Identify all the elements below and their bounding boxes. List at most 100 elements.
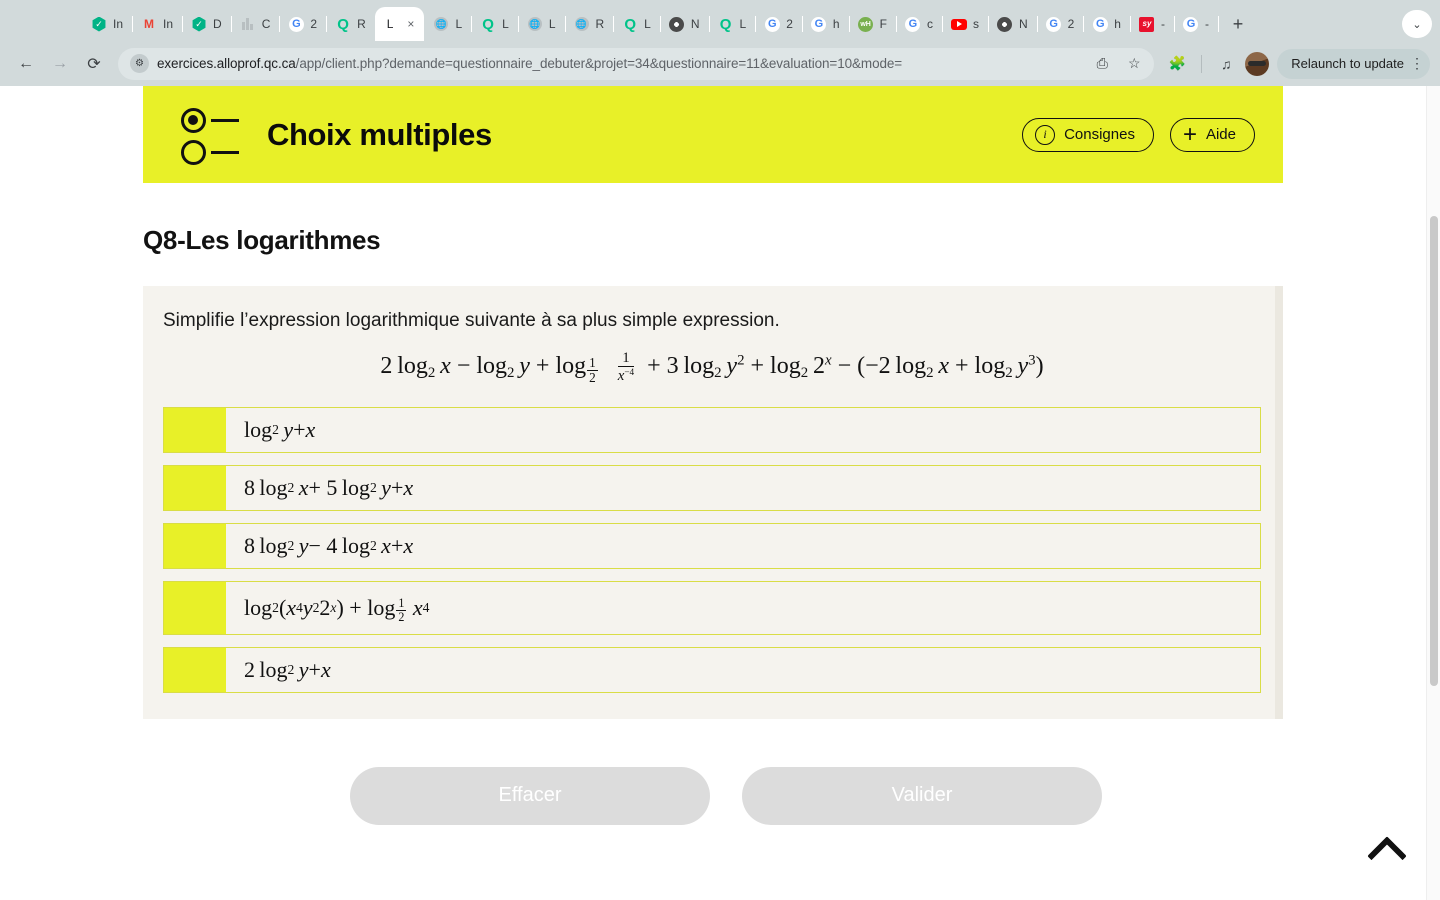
browser-tab[interactable]: ✓ In [82, 7, 134, 41]
site-settings-icon[interactable]: ⚙ [130, 54, 149, 73]
tab-title: L [455, 17, 463, 31]
multiple-choice-icon [179, 104, 241, 166]
answer-option-d[interactable]: log 2(x 4 y 2 2 x) + log 1 2 x4 [163, 580, 1261, 635]
answer-option-c[interactable]: 8 log 2 y − 4 log 2 x + x [163, 522, 1261, 569]
question-card-inner: Simplifie l’expression logarithmique sui… [163, 310, 1261, 693]
answer-option-e[interactable]: 2 log 2 y + x [163, 646, 1261, 693]
browser-tab[interactable]: 🌐 L [424, 7, 473, 41]
browser-tab[interactable]: ✓ D [182, 7, 232, 41]
browser-tab[interactable]: wH F [849, 7, 897, 41]
media-list-icon[interactable]: ♫ [1211, 49, 1241, 79]
forward-button[interactable]: → [44, 48, 76, 80]
consignes-button[interactable]: i Consignes [1022, 117, 1154, 152]
close-icon[interactable]: × [407, 17, 414, 31]
browser-tab[interactable]: G h [802, 7, 850, 41]
youtube-icon [950, 16, 967, 32]
new-tab-button[interactable]: + [1224, 10, 1252, 38]
tab-title: D [213, 17, 222, 31]
profile-avatar[interactable] [1245, 51, 1270, 76]
hexagon-green-icon: ✓ [191, 16, 207, 32]
tab-title: F [879, 17, 887, 31]
answer-option-b[interactable]: 8 log 2 x + 5 log 2 y + x [163, 464, 1261, 511]
toolbar-divider [1201, 54, 1203, 73]
browser-tab[interactable]: Q L [613, 7, 661, 41]
browser-tab[interactable]: C [231, 7, 281, 41]
tab-title: N [690, 17, 700, 31]
relaunch-label: Relaunch to update [1291, 56, 1404, 71]
translate-icon[interactable]: ⎙ [1090, 52, 1114, 76]
tab-title: L [644, 17, 651, 31]
question-card: Simplifie l’expression logarithmique sui… [143, 286, 1283, 719]
browser-tab[interactable]: sy - [1130, 7, 1175, 41]
tab-title: L [739, 17, 747, 31]
kebab-menu-icon[interactable]: ⋮ [1410, 55, 1424, 72]
browser-toolbar: ← → ⟳ ⚙ exercices.alloprof.qc.ca/app/cli… [0, 41, 1440, 86]
tab-title: L [548, 17, 556, 31]
browser-tab[interactable]: G c [896, 7, 943, 41]
browser-tab[interactable]: G 2 [279, 7, 328, 41]
browser-tab[interactable]: G h [1083, 7, 1131, 41]
page-title: Q8-Les logarithmes [143, 225, 381, 255]
aide-label: Aide [1205, 126, 1236, 143]
browser-tab[interactable]: N [988, 7, 1038, 41]
globe-grey-icon: 🌐 [527, 16, 543, 32]
star-icon[interactable]: ☆ [1122, 52, 1146, 76]
aide-button[interactable]: + Aide [1169, 117, 1255, 152]
google-icon: G [288, 16, 304, 32]
address-bar[interactable]: ⚙ exercices.alloprof.qc.ca/app/client.ph… [118, 47, 1155, 80]
answer-option-a[interactable]: log 2 y + x [163, 406, 1261, 453]
scrollbar-thumb[interactable] [1430, 216, 1438, 686]
google-icon: G [811, 16, 827, 32]
answer-checkbox-b[interactable] [164, 465, 226, 510]
info-circle-icon: i [1035, 124, 1056, 145]
tab-title: 2 [310, 17, 318, 31]
browser-tab[interactable]: s [942, 7, 989, 41]
browser-tab[interactable]: G - [1174, 7, 1219, 41]
relaunch-to-update-button[interactable]: Relaunch to update ⋮ [1277, 48, 1430, 79]
browser-tab[interactable]: Q L [471, 7, 519, 41]
validate-button[interactable]: Valider [742, 766, 1102, 825]
question-expression: 2 log2 x − log2 y + log 1 2 1 x−4 + 3 log2 … [380, 350, 1044, 385]
answer-text-b: 8 log 2 x + 5 log 2 y + x [244, 474, 414, 500]
tab-title: N [1018, 17, 1028, 31]
browser-tab[interactable]: 🌐 R [565, 7, 615, 41]
tab-title: - [1204, 17, 1209, 31]
clear-button[interactable]: Effacer [350, 766, 710, 825]
browser-tab[interactable]: N [660, 7, 710, 41]
tab-title: h [1114, 17, 1121, 31]
browser-tab[interactable]: G 2 [755, 7, 803, 41]
tab-title: L [386, 17, 394, 31]
extensions-puzzle-icon[interactable]: 🧩 [1162, 49, 1192, 79]
tab-title: R [595, 17, 605, 31]
answer-checkbox-d[interactable] [164, 581, 226, 634]
browser-tab[interactable]: G 2 [1037, 7, 1085, 41]
tab-separator [1217, 16, 1219, 32]
reload-button[interactable]: ⟳ [78, 48, 110, 80]
google-icon: G [764, 16, 780, 32]
toolbar-actions: 🧩 ♫ Relaunch to update ⋮ [1162, 48, 1430, 79]
tab-title: In [113, 17, 124, 31]
back-button[interactable]: ← [10, 48, 42, 80]
sy-red-icon: sy [1139, 16, 1155, 32]
question-statement: Simplifie l’expression logarithmique sui… [163, 310, 780, 331]
tab-strip: ✓ In M In ✓ D C G 2 Q R L × 🌐 L Q L 🌐 L … [0, 0, 1440, 41]
browser-chrome: ✓ In M In ✓ D C G 2 Q R L × 🌐 L Q L 🌐 L … [0, 0, 1440, 86]
plus-icon: + [1182, 120, 1197, 148]
answer-checkbox-e[interactable] [164, 647, 226, 692]
answer-checkbox-c[interactable] [164, 523, 226, 568]
answer-checkbox-a[interactable] [164, 407, 226, 452]
google-icon: G [1183, 16, 1199, 32]
exercise-type-banner: Choix multiples i Consignes + Aide [143, 86, 1283, 183]
globe-grey-icon: 🌐 [574, 16, 590, 32]
tab-search-button[interactable]: ⌄ [1402, 10, 1432, 38]
browser-tab[interactable]: 🌐 L [518, 7, 566, 41]
browser-tab[interactable]: Q R [326, 7, 376, 41]
quizlet-icon: Q [719, 15, 732, 33]
bars-grey-icon [240, 16, 256, 32]
scroll-to-top-button[interactable] [1364, 834, 1410, 876]
browser-tab[interactable]: Q L [709, 7, 757, 41]
banner-left: Choix multiples [179, 104, 492, 166]
browser-tab-active[interactable]: L × [374, 7, 425, 41]
browser-tab[interactable]: M In [132, 7, 184, 41]
page-scrollbar[interactable] [1426, 86, 1440, 900]
